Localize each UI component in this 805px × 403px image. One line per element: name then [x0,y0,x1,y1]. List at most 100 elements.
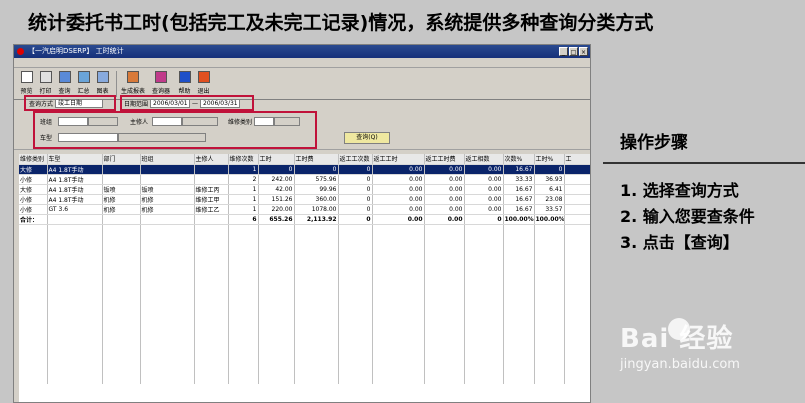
print-button[interactable]: 打印 [37,71,54,95]
table-row[interactable]: 大修 A4 1.8T手动 1 0 0 0 0.00 0.00 0.00 16.67 0 [19,164,590,175]
query-mode-select[interactable]: 竣工日期 [55,99,104,108]
table-row[interactable]: 小修 GT 3.6 机修 机修 维修工乙 1 220.00 1078.00 0 0.00 0.00 0… [19,204,590,215]
empty-cell [228,374,259,384]
table-cell: A4 1.8T手动 [47,174,103,185]
table-row[interactable]: 大修 A4 1.8T手动 钣喷 钣喷 维修工丙 1 42.00 99.96 0 0.00 0.00 0… [19,184,590,195]
team-label: 班组 [40,119,53,126]
steps-list: 1. 选择查询方式 2. 输入您要查条件 3. 点击【查询】 [620,178,755,256]
table-row[interactable]: 合计： 6 655.26 2,113.92 0 0.00 0.00 0 100.00% 100.0… [19,214,590,225]
empty-cell [372,274,425,284]
empty-cell [338,274,373,284]
empty-cell [372,294,425,304]
table-row[interactable]: 小修 A4 1.8T手动 机修 机修 维修工甲 1 151.26 360.00 0 0.00 0.0… [19,194,590,205]
table-cell: 0 [338,204,373,215]
empty-cell [228,334,259,344]
empty-cell [464,234,504,244]
empty-row [19,274,590,284]
empty-cell [228,294,259,304]
owner-field[interactable] [152,117,182,126]
empty-cell [294,264,339,274]
empty-cell [47,304,103,314]
window-title: 【一汽启明DSERP】 工时统计 [28,47,124,55]
empty-cell [503,304,535,314]
empty-cell [19,224,48,234]
table-cell: 33.57 [534,204,565,215]
table-cell [564,194,590,205]
empty-cell [47,284,103,294]
empty-cell [102,264,141,274]
query-button[interactable]: 查询(Q) [344,132,390,144]
team-field[interactable] [58,117,88,126]
empty-cell [194,364,229,374]
column-header[interactable]: 工 [564,154,590,165]
empty-cell [534,314,565,324]
query-toolbar-button[interactable]: 查询 [56,71,73,95]
summary-button[interactable]: 汇总 [75,71,92,95]
empty-cell [294,364,339,374]
maximize-button[interactable]: □ [569,47,578,56]
empty-cell [464,344,504,354]
step-item: 2. 输入您要查条件 [620,207,755,226]
date-to-field[interactable]: 2006/03/31 [200,99,241,108]
date-range-row: 日期范围 2006/03/01 — 2006/03/31 [124,99,241,108]
column-header[interactable]: 返工工次数 [338,154,373,165]
empty-cell [194,224,229,234]
empty-cell [564,344,590,354]
car-field[interactable] [58,133,118,142]
column-header[interactable]: 班组 [140,154,195,165]
empty-cell [19,264,48,274]
empty-cell [228,254,259,264]
table-cell [564,184,590,195]
chart-button[interactable]: 图表 [94,71,111,95]
column-header[interactable]: 维修次数 [228,154,259,165]
empty-cell [564,314,590,324]
empty-cell [424,354,465,364]
table-cell: 合计： [19,214,48,225]
empty-cell [294,284,339,294]
empty-cell [338,354,373,364]
column-header[interactable]: 返工相数 [464,154,504,165]
empty-cell [140,354,195,364]
empty-cell [258,224,295,234]
empty-cell [338,374,373,384]
empty-cell [564,304,590,314]
preview-button[interactable]: 预览 [18,71,35,95]
column-header[interactable]: 返工工时 [372,154,425,165]
table-cell: 220.00 [258,204,295,215]
column-header[interactable]: 部门 [102,154,141,165]
empty-cell [534,254,565,264]
empty-row [19,264,590,274]
help-button[interactable]: 帮助 [176,71,193,95]
column-header[interactable]: 工时 [258,154,295,165]
querier-button[interactable]: 查询器 [148,71,174,95]
table-cell: 360.00 [294,194,339,205]
empty-cell [503,254,535,264]
close-button[interactable]: × [579,47,588,56]
table-row[interactable]: 小修 A4 1.8T手动 2 242.00 575.96 0 0.00 0.00 0.00 33.… [19,174,590,185]
repair-type-field[interactable] [254,117,274,126]
column-header[interactable]: 主修人 [194,154,229,165]
table-cell: 钣喷 [102,184,141,195]
date-from-field[interactable]: 2006/03/01 [150,99,191,108]
exit-button[interactable]: 退出 [195,71,212,95]
generate-report-button[interactable]: 生成报表 [120,71,146,95]
column-header[interactable]: 工时% [534,154,565,165]
column-header[interactable]: 次数% [503,154,535,165]
column-header[interactable]: 维修类别 [19,154,48,165]
column-header[interactable]: 返工工时费 [424,154,465,165]
window-titlebar: 【一汽启明DSERP】 工时统计 _ □ × [14,45,590,58]
table-cell: 维修工乙 [194,204,229,215]
empty-cell [564,364,590,374]
table-cell: 0 [338,174,373,185]
toolbar-separator [116,71,117,97]
empty-cell [140,344,195,354]
column-header[interactable]: 工时费 [294,154,339,165]
minimize-button[interactable]: _ [559,47,568,56]
empty-cell [424,364,465,374]
empty-cell [258,274,295,284]
empty-cell [194,374,229,384]
empty-cell [258,234,295,244]
column-header[interactable]: 车型 [47,154,103,165]
empty-cell [102,334,141,344]
empty-row [19,374,590,384]
